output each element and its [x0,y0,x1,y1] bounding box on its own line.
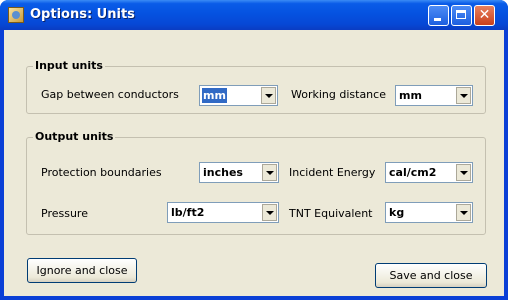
minimize-button[interactable] [428,5,449,26]
input-units-heading: Input units [33,59,105,72]
options-window: Options: Units ✕ Input units Gap between… [0,0,508,300]
title-bar[interactable]: Options: Units ✕ [0,0,508,30]
output-units-group: Output units Protection boundaries inche… [26,130,486,235]
tnt-value: kg [389,206,405,219]
protection-select[interactable]: inches [199,162,279,183]
protection-label: Protection boundaries [41,166,162,179]
output-units-heading: Output units [33,130,116,143]
chevron-down-icon[interactable] [456,204,471,221]
close-icon: ✕ [478,7,491,23]
chevron-down-icon[interactable] [262,204,277,221]
chevron-down-icon[interactable] [261,87,276,104]
close-button[interactable]: ✕ [474,5,495,26]
dialog-body: Input units Gap between conductors mm Wo… [4,30,504,296]
pressure-value: lb/ft2 [171,206,205,219]
pressure-label: Pressure [41,207,88,220]
distance-value: mm [399,89,422,102]
tnt-label: TNT Equivalent [289,207,373,220]
energy-label: Incident Energy [289,166,376,179]
protection-value: inches [203,166,243,179]
gap-value: mm [202,88,227,103]
chevron-down-icon[interactable] [456,87,471,104]
chevron-down-icon[interactable] [262,164,277,181]
gap-select[interactable]: mm [199,85,278,106]
window-title: Options: Units [30,7,135,22]
gap-label: Gap between conductors [41,88,179,101]
energy-value: cal/cm2 [389,166,437,179]
distance-label: Working distance [291,88,386,101]
maximize-button[interactable] [451,5,472,26]
pressure-select[interactable]: lb/ft2 [167,202,279,223]
chevron-down-icon[interactable] [456,164,471,181]
app-icon [8,7,24,23]
distance-select[interactable]: mm [395,85,473,106]
tnt-select[interactable]: kg [385,202,473,223]
save-and-close-button[interactable]: Save and close [375,263,487,288]
energy-select[interactable]: cal/cm2 [385,162,473,183]
input-units-group: Input units Gap between conductors mm Wo… [26,59,486,114]
ignore-and-close-button[interactable]: Ignore and close [27,258,137,283]
